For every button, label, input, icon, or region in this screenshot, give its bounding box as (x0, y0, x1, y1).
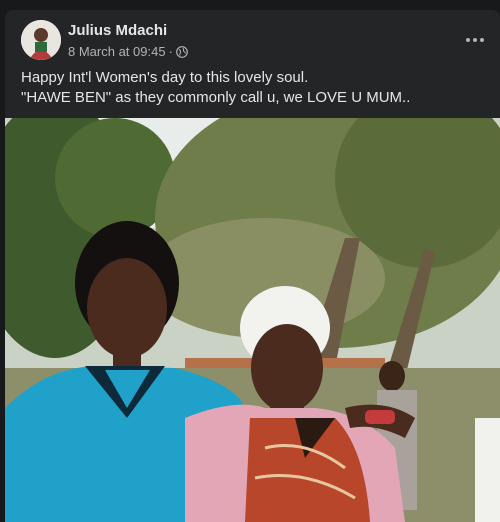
caption-line: "HAWE BEN" as they commonly call u, we L… (21, 89, 411, 106)
post-caption: Happy Int'l Women's day to this lovely s… (21, 68, 491, 108)
more-options-icon[interactable] (459, 24, 491, 56)
post-timestamp[interactable]: 8 March at 09:45 (68, 44, 166, 59)
meta-separator: · (168, 44, 173, 59)
author-name[interactable]: Julius Mdachi (68, 22, 167, 39)
author-avatar[interactable] (21, 20, 61, 60)
post-meta: 8 March at 09:45 · (68, 44, 188, 59)
post-header: Julius Mdachi 8 March at 09:45 · (21, 20, 491, 62)
post-photo[interactable] (5, 118, 500, 522)
globe-icon (176, 45, 188, 58)
post-card: Julius Mdachi 8 March at 09:45 · Happy I… (5, 10, 500, 522)
caption-line: Happy Int'l Women's day to this lovely s… (21, 69, 309, 86)
